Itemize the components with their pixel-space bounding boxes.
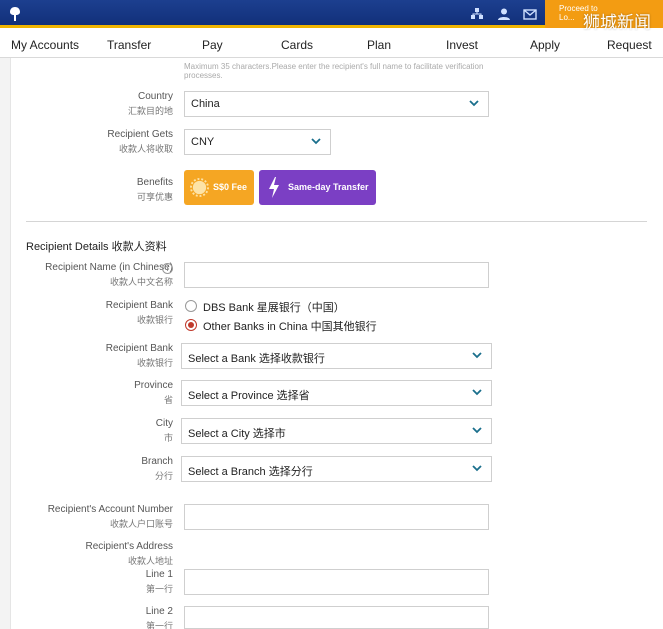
address-line1-label-cn: 第一行 <box>145 584 173 594</box>
bank-type-label: Recipient Bank 收款银行 <box>106 299 173 327</box>
benefits-label-cn: 可享优惠 <box>136 192 173 202</box>
badge-seal-icon <box>190 178 209 197</box>
same-day-text: Same-day Transfer <box>288 182 369 192</box>
nav-invest[interactable]: Invest <box>446 38 478 52</box>
account-number-input[interactable] <box>184 504 489 530</box>
account-number-label-cn: 收款人户口账号 <box>109 519 173 529</box>
chevron-down-icon <box>472 389 482 396</box>
branch-select-value: Select a Branch 选择分行 <box>188 466 313 478</box>
bank-label-en: Recipient Bank <box>105 343 173 354</box>
zero-fee-badge: S$0 Fee <box>184 170 254 205</box>
left-gutter <box>0 58 10 629</box>
chevron-down-icon <box>469 100 479 107</box>
country-label-cn: 汇款目的地 <box>127 106 173 116</box>
bank-label: Recipient Bank 收款银行 <box>106 342 173 370</box>
recipient-gets-label-en: Recipient Gets <box>107 129 173 140</box>
address-label: Recipient's Address 收款人地址 <box>85 540 173 568</box>
radio-dbs-bank-label: DBS Bank 星展银行（中国） <box>203 302 345 314</box>
top-bar: Proceed to Lo... 狮城新闻 <box>0 0 663 32</box>
watermark-text: 狮城新闻 <box>583 13 651 32</box>
name-hint-text: Maximum 35 characters.Please enter the r… <box>184 62 484 80</box>
city-label: City 市 <box>156 417 173 445</box>
bank-select-value: Select a Bank 选择收款银行 <box>188 353 325 365</box>
chevron-down-icon <box>472 352 482 359</box>
province-label: Province 省 <box>134 379 173 407</box>
branch-label-en: Branch <box>141 456 173 467</box>
recipient-details-title: Recipient Details 收款人资料 <box>26 241 167 253</box>
branch-label-cn: 分行 <box>154 471 173 481</box>
bank-type-label-cn: 收款银行 <box>136 315 173 325</box>
address-line2-label-en: Line 2 <box>145 606 173 617</box>
address-line1-label-en: Line 1 <box>145 569 173 580</box>
address-line1-input[interactable] <box>184 569 489 595</box>
address-line2-label: Line 2 第一行 <box>146 605 173 629</box>
chevron-down-icon <box>472 465 482 472</box>
province-label-en: Province <box>134 380 173 391</box>
currency-value: CNY <box>191 136 215 148</box>
recipient-gets-label: Recipient Gets 收款人将收取 <box>107 128 173 156</box>
bank-select[interactable]: Select a Bank 选择收款银行 <box>181 343 492 369</box>
branch-label: Branch 分行 <box>141 455 173 483</box>
chevron-down-icon <box>311 138 321 145</box>
province-select-value: Select a Province 选择省 <box>188 390 310 402</box>
bank-logo-icon[interactable] <box>8 6 22 22</box>
country-select[interactable]: China <box>184 91 489 117</box>
city-label-en: City <box>155 418 173 429</box>
recipient-name-label: Recipient Name (in Chinese) 收款人中文名称 <box>45 261 173 289</box>
recipient-name-label-en: Recipient Name (in Chinese) <box>45 262 173 273</box>
city-select-value: Select a City 选择市 <box>188 428 286 440</box>
city-select[interactable]: Select a City 选择市 <box>181 418 492 444</box>
address-line2-input[interactable] <box>184 606 489 629</box>
province-select[interactable]: Select a Province 选择省 <box>181 380 492 406</box>
radio-dbs-bank[interactable] <box>185 300 197 312</box>
currency-select[interactable]: CNY <box>184 129 331 155</box>
chevron-down-icon <box>472 427 482 434</box>
address-line2-label-cn: 第一行 <box>145 621 173 629</box>
main-nav: My Accounts Transfer Pay Cards Plan Inve… <box>0 31 663 58</box>
same-day-badge: Same-day Transfer <box>259 170 376 205</box>
profile-icon[interactable] <box>497 8 511 20</box>
nav-plan[interactable]: Plan <box>367 38 391 52</box>
bank-type-label-en: Recipient Bank <box>105 300 173 311</box>
country-label: Country 汇款目的地 <box>128 90 173 118</box>
info-icon[interactable]: i <box>162 263 173 274</box>
account-number-label-en: Recipient's Account Number <box>47 504 173 515</box>
radio-other-banks-label: Other Banks in China 中国其他银行 <box>203 321 377 333</box>
branch-locator-icon[interactable] <box>470 8 484 20</box>
province-label-cn: 省 <box>163 395 173 405</box>
benefits-label: Benefits 可享优惠 <box>137 176 173 204</box>
lightning-icon <box>269 177 279 198</box>
nav-request[interactable]: Request <box>607 38 652 52</box>
account-number-label: Recipient's Account Number 收款人户口账号 <box>48 503 173 531</box>
city-label-cn: 市 <box>163 433 173 443</box>
section-divider <box>26 221 647 222</box>
branch-select[interactable]: Select a Branch 选择分行 <box>181 456 492 482</box>
recipient-gets-label-cn: 收款人将收取 <box>118 144 173 154</box>
country-value: China <box>191 98 220 110</box>
zero-fee-text: S$0 Fee <box>213 182 248 192</box>
benefits-label-en: Benefits <box>136 177 173 188</box>
recipient-name-input[interactable] <box>184 262 489 288</box>
address-line1-label: Line 1 第一行 <box>146 568 173 596</box>
country-label-en: Country <box>137 91 173 102</box>
address-label-cn: 收款人地址 <box>127 556 173 566</box>
nav-my-accounts[interactable]: My Accounts <box>11 38 79 52</box>
radio-other-banks[interactable] <box>185 319 197 331</box>
nav-transfer[interactable]: Transfer <box>107 38 151 52</box>
bank-label-cn: 收款银行 <box>136 358 173 368</box>
nav-cards[interactable]: Cards <box>281 38 313 52</box>
mail-icon[interactable] <box>523 8 537 20</box>
nav-apply[interactable]: Apply <box>530 38 560 52</box>
address-label-en: Recipient's Address <box>85 541 173 552</box>
nav-pay[interactable]: Pay <box>202 38 223 52</box>
recipient-name-label-cn: 收款人中文名称 <box>109 277 173 287</box>
